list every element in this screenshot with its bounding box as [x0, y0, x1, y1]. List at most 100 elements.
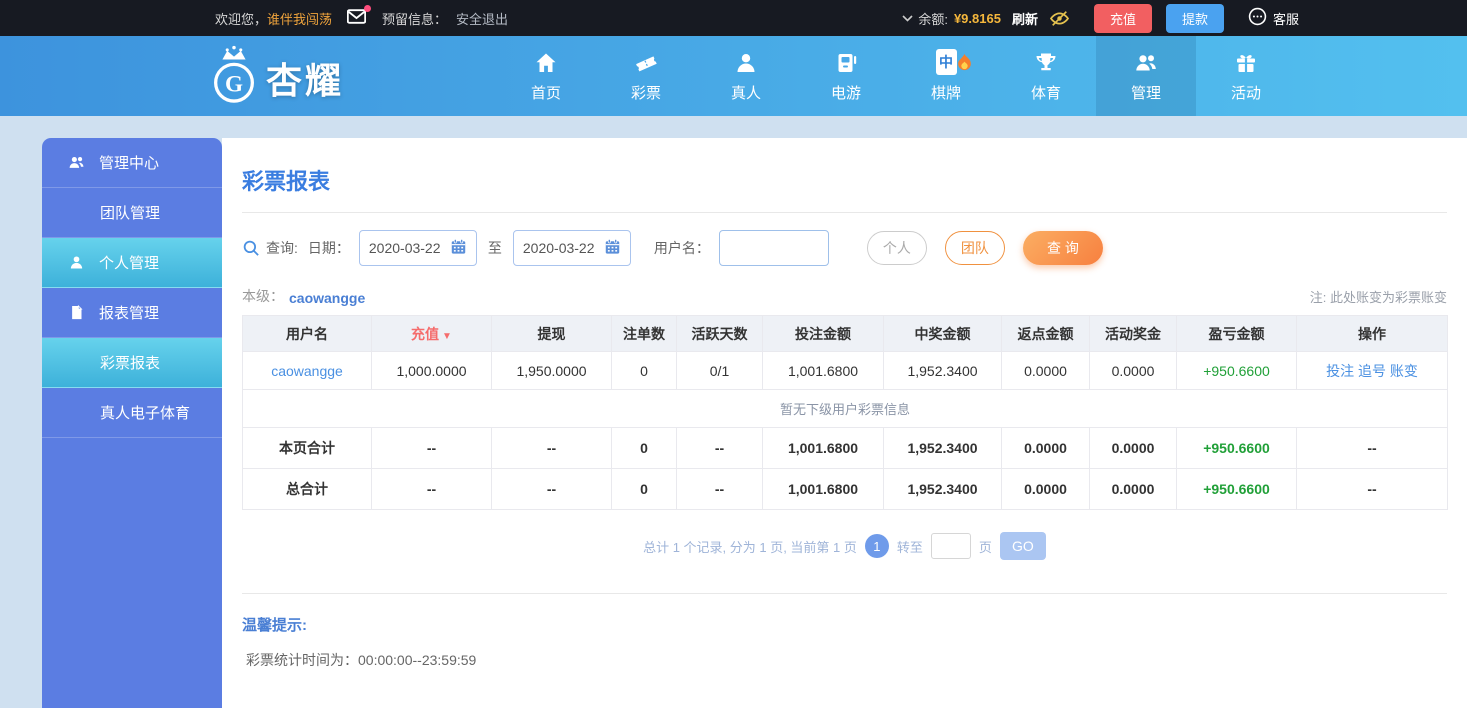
slot-machine-icon [834, 49, 859, 75]
username-input[interactable] [719, 230, 829, 266]
sidebar-item-live-electronic-sports[interactable]: 真人电子体育 [42, 388, 222, 438]
total-rebate: 0.0000 [1002, 428, 1090, 469]
customer-service-button[interactable]: 客服 [1248, 7, 1299, 29]
account-change-note: 注: 此处账变为彩票账变 [1310, 287, 1447, 306]
page-title: 彩票报表 [242, 138, 1447, 196]
search-icon [242, 239, 260, 257]
sidebar-item-label: 团队管理 [100, 202, 160, 223]
main-content: 彩票报表 查询: 日期： 2020-03-22 至 2020-03-22 用户名… [222, 138, 1467, 708]
cell-actions: 投注 追号 账变 [1297, 352, 1448, 390]
chevron-down-icon[interactable] [902, 15, 913, 22]
cell-bet-count: 0 [612, 352, 677, 390]
main-navbar: G 杏耀 首页 彩票 真人 电游 中 棋牌 体育 [0, 36, 1467, 116]
chat-icon [1248, 7, 1273, 29]
nav-item-boardgames[interactable]: 中 棋牌 [896, 36, 996, 116]
brand-logo[interactable]: G 杏耀 [206, 44, 344, 111]
sidebar-item-management-center[interactable]: 管理中心 [42, 138, 222, 188]
table-row: caowangge 1,000.0000 1,950.0000 0 0/1 1,… [243, 352, 1448, 390]
user-icon [66, 254, 86, 271]
header-bet-amount: 投注金额 [763, 316, 884, 352]
header-recharge-sortable[interactable]: 充值▼ [372, 316, 492, 352]
total-activity-bonus: 0.0000 [1090, 428, 1177, 469]
nav-item-activities[interactable]: 活动 [1196, 36, 1296, 116]
tips-title: 温馨提示: [242, 614, 1447, 635]
team-filter-button[interactable]: 团队 [945, 231, 1005, 265]
reserved-info-label: 预留信息： [382, 9, 447, 28]
nav-item-live[interactable]: 真人 [696, 36, 796, 116]
gtotal-activity-bonus: 0.0000 [1090, 469, 1177, 510]
level-row: 本级： caowangge 注: 此处账变为彩票账变 [242, 286, 1447, 306]
go-button[interactable]: GO [1000, 532, 1046, 560]
date-label: 日期： [308, 238, 350, 258]
pagination: 总计 1 个记录, 分为 1 页, 当前第 1 页 1 转至 页 GO [242, 532, 1447, 560]
eye-off-icon[interactable] [1049, 10, 1070, 27]
page-unit-label: 页 [979, 537, 992, 556]
cell-active-days: 0/1 [677, 352, 763, 390]
sidebar-item-lottery-report[interactable]: 彩票报表 [42, 338, 222, 388]
grand-total-row: 总合计 -- -- 0 -- 1,001.6800 1,952.3400 0.0… [243, 469, 1448, 510]
recharge-button[interactable]: 充值 [1094, 4, 1152, 33]
refresh-button[interactable]: 刷新 [1012, 9, 1038, 28]
envelope-icon [347, 12, 366, 27]
row-username-link[interactable]: caowangge [271, 363, 343, 379]
title-divider [242, 212, 1447, 213]
table-header-row: 用户名 充值▼ 提现 注单数 活跃天数 投注金额 中奖金额 返点金额 活动奖金 … [243, 316, 1448, 352]
personal-filter-button[interactable]: 个人 [867, 231, 927, 265]
level-username-link[interactable]: caowangge [289, 290, 365, 306]
nav-label: 真人 [731, 82, 761, 103]
nav-item-management[interactable]: 管理 [1096, 36, 1196, 116]
gtotal-profit: +950.6600 [1177, 469, 1297, 510]
gtotal-win-amount: 1,952.3400 [884, 469, 1002, 510]
search-toolbar: 查询: 日期： 2020-03-22 至 2020-03-22 用户名： 个人 … [242, 230, 1447, 266]
date-to-value: 2020-03-22 [523, 240, 595, 256]
flame-icon [956, 53, 973, 76]
total-actions: -- [1297, 428, 1448, 469]
brand-name: 杏耀 [266, 52, 344, 104]
date-from-input[interactable]: 2020-03-22 [359, 230, 477, 266]
header-rebate-amount: 返点金额 [1002, 316, 1090, 352]
nav-item-egames[interactable]: 电游 [796, 36, 896, 116]
nav-item-lottery[interactable]: 彩票 [596, 36, 696, 116]
sidebar-item-team-management[interactable]: 团队管理 [42, 188, 222, 238]
messages-button[interactable] [347, 9, 366, 27]
nav-label: 体育 [1031, 82, 1061, 103]
nav-item-home[interactable]: 首页 [496, 36, 596, 116]
username-label: 用户名： [654, 238, 710, 258]
cell-win-amount: 1,952.3400 [884, 352, 1002, 390]
pagination-summary: 总计 1 个记录, 分为 1 页, 当前第 1 页 [643, 537, 857, 556]
sidebar-item-report-management[interactable]: 报表管理 [42, 288, 222, 338]
account-change-link[interactable]: 账变 [1390, 363, 1418, 379]
sidebar-item-label: 真人电子体育 [100, 402, 190, 423]
person-icon [734, 49, 758, 75]
chase-number-link[interactable]: 追号 [1358, 363, 1386, 379]
header-actions: 操作 [1297, 316, 1448, 352]
goto-page-input[interactable] [931, 533, 971, 559]
date-from-value: 2020-03-22 [369, 240, 441, 256]
sidebar-item-personal-management[interactable]: 个人管理 [42, 238, 222, 288]
grand-total-label: 总合计 [243, 469, 372, 510]
ticket-icon [633, 49, 659, 75]
cell-withdraw: 1,950.0000 [492, 352, 612, 390]
total-bet-count: 0 [612, 428, 677, 469]
page-number-button[interactable]: 1 [865, 534, 889, 558]
welcome-text: 欢迎您， [215, 9, 267, 28]
search-button[interactable]: 查 询 [1023, 231, 1103, 265]
sidebar-item-label: 彩票报表 [100, 352, 160, 373]
bet-detail-link[interactable]: 投注 [1326, 363, 1354, 379]
users-icon [1133, 49, 1159, 75]
query-label: 查询: [266, 238, 298, 258]
header-withdraw: 提现 [492, 316, 612, 352]
header-profit-amount: 盈亏金额 [1177, 316, 1297, 352]
total-win-amount: 1,952.3400 [884, 428, 1002, 469]
header-username: 用户名 [243, 316, 372, 352]
tips-content: 彩票统计时间为：00:00:00--23:59:59 [242, 650, 1447, 670]
crown-emblem-icon: G [206, 44, 262, 111]
date-to-input[interactable]: 2020-03-22 [513, 230, 631, 266]
nav-item-sports[interactable]: 体育 [996, 36, 1096, 116]
gtotal-withdraw: -- [492, 469, 612, 510]
nav-label: 电游 [831, 82, 861, 103]
withdraw-button[interactable]: 提款 [1166, 4, 1224, 33]
logout-link[interactable]: 安全退出 [456, 9, 508, 28]
cell-recharge: 1,000.0000 [372, 352, 492, 390]
header-win-amount: 中奖金额 [884, 316, 1002, 352]
